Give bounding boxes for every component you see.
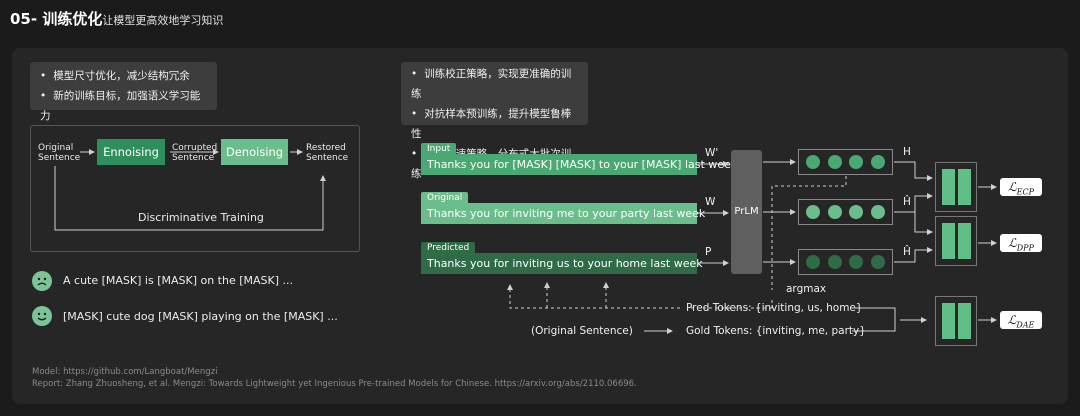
footer-report: Report: Zhang Zhuosheng, et al. Mengzi: … [32, 379, 637, 389]
footer-model: Model: https://github.com/Langboat/Mengz… [32, 367, 218, 377]
connector-arrows [54, 149, 997, 334]
